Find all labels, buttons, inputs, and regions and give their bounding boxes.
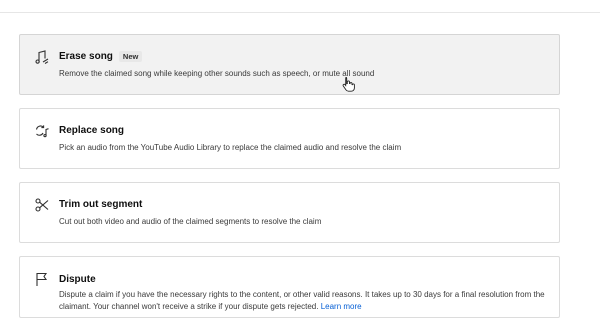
option-description: Dispute a claim if you have the necessar… bbox=[59, 289, 559, 313]
option-replace-song[interactable]: Replace song Pick an audio from the YouT… bbox=[19, 108, 560, 169]
hand-pointer-cursor-icon bbox=[341, 76, 355, 92]
option-title-row: Trim out segment bbox=[59, 199, 142, 210]
scissors-icon bbox=[34, 197, 50, 213]
option-title-row: Erase song New bbox=[59, 51, 143, 62]
option-title: Dispute bbox=[59, 274, 96, 285]
option-title: Replace song bbox=[59, 125, 125, 136]
option-description: Pick an audio from the YouTube Audio Lib… bbox=[59, 143, 402, 152]
new-badge: New bbox=[118, 51, 143, 62]
learn-more-link[interactable]: Learn more bbox=[321, 302, 362, 311]
music-note-erase-icon bbox=[34, 49, 50, 65]
dispute-description-text: Dispute a claim if you have the necessar… bbox=[59, 290, 545, 311]
option-title: Erase song bbox=[59, 51, 113, 62]
option-title-row: Dispute bbox=[59, 274, 96, 285]
replace-audio-icon bbox=[34, 123, 50, 139]
option-dispute[interactable]: Dispute Dispute a claim if you have the … bbox=[19, 256, 560, 318]
option-description: Remove the claimed song while keeping ot… bbox=[59, 69, 375, 78]
top-divider bbox=[0, 12, 600, 13]
option-title-row: Replace song bbox=[59, 125, 124, 136]
flag-icon bbox=[34, 271, 50, 287]
claim-options-list: Erase song New Remove the claimed song w… bbox=[19, 34, 560, 331]
option-erase-song[interactable]: Erase song New Remove the claimed song w… bbox=[19, 34, 560, 95]
option-title: Trim out segment bbox=[59, 199, 143, 210]
option-trim-segment[interactable]: Trim out segment Cut out both video and … bbox=[19, 182, 560, 243]
option-description: Cut out both video and audio of the clai… bbox=[59, 217, 322, 226]
